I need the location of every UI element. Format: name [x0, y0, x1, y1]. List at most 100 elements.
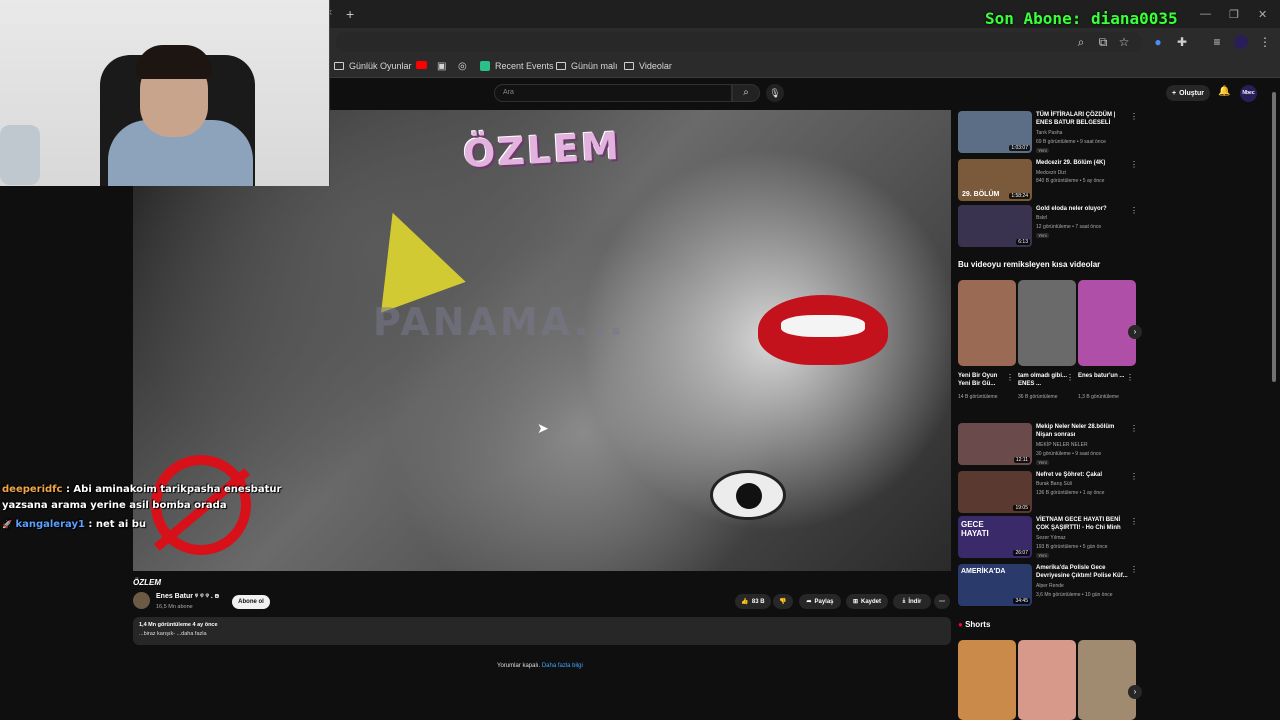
recommended-video[interactable]: 1:03:07 TÜM İFTİRALARI ÇÖZDÜM | ENES BAT… — [958, 111, 1143, 157]
bookmark-gunun-mali[interactable]: Günün malı — [556, 61, 618, 71]
chat-message: yazsana arama yerine asil bomba orada — [2, 500, 227, 511]
channel-name[interactable]: Tarık Pasha — [1036, 130, 1062, 136]
profile-icon[interactable] — [1234, 35, 1248, 49]
channel-name[interactable]: Alper Rende — [1036, 583, 1064, 589]
new-tab-button[interactable]: + — [346, 6, 354, 22]
bookmark-gunluk-oyunlar[interactable]: Günlük Oyunlar — [334, 61, 412, 71]
minimize-icon[interactable]: — — [1200, 8, 1211, 20]
short-thumbnail[interactable] — [1018, 640, 1076, 720]
address-bar[interactable] — [336, 32, 1142, 52]
media-control-icon[interactable]: ≡ — [1210, 35, 1224, 49]
short-views: 36 B görüntüleme — [1018, 394, 1058, 400]
video-title[interactable]: Mekip Neler Neler 28.bölüm Nişan sonrası — [1036, 423, 1131, 439]
video-title[interactable]: Gold eloda neler oluyor? — [1036, 205, 1131, 213]
duration-badge: 34:45 — [1013, 598, 1030, 604]
webcam-background-object — [0, 125, 40, 185]
teeth-art — [781, 315, 865, 337]
more-options-icon[interactable]: ⋮ — [1130, 112, 1138, 121]
bookmark-recent-events[interactable]: Recent Events — [480, 61, 554, 71]
mouse-cursor-icon: ➤ — [537, 420, 549, 436]
close-window-icon[interactable]: ✕ — [1258, 8, 1267, 21]
short-title[interactable]: Yeni Bir Oyun Yeni Bir Gü... — [958, 372, 1008, 388]
more-options-icon[interactable]: ⋮ — [1130, 206, 1138, 215]
bookmark-gallery[interactable]: ▣ — [437, 61, 446, 72]
subscribe-button[interactable]: Abone ol — [232, 595, 270, 609]
extension-icon[interactable]: ● — [1151, 35, 1165, 49]
more-options-icon[interactable]: ⋮ — [1130, 424, 1138, 433]
more-options-icon[interactable]: ⋮ — [1126, 373, 1134, 382]
shorts-logo-icon: ● — [958, 620, 963, 629]
account-avatar[interactable]: Nbec — [1240, 85, 1257, 102]
download-button[interactable]: ⤓ İndir — [893, 594, 931, 609]
recommended-video[interactable]: 19:05 Nefret ve Şöhret: Çakal Burak Barı… — [958, 471, 1143, 517]
browser-menu-icon[interactable]: ⋮ — [1258, 35, 1272, 49]
video-meta: 3,6 Mn görüntüleme • 10 gün önce — [1036, 592, 1113, 598]
duration-badge: 19:05 — [1013, 505, 1030, 511]
video-title[interactable]: TÜM İFTİRALARI ÇÖZDÜM | ENES BATUR BELGE… — [1036, 111, 1131, 127]
zoom-icon[interactable]: ⌕ — [1074, 35, 1088, 49]
share-button[interactable]: ➦ Paylaş — [799, 594, 841, 609]
channel-name[interactable]: Medcezir Dizi — [1036, 170, 1066, 176]
folder-icon — [334, 62, 344, 70]
channel-name[interactable]: MEKİP NELER NELER — [1036, 442, 1088, 448]
save-button[interactable]: ⊞ Kaydet — [846, 594, 888, 609]
subscriber-count: 16,5 Mn abone — [156, 604, 193, 610]
recommended-video[interactable]: 12:11 Mekip Neler Neler 28.bölüm Nişan s… — [958, 423, 1143, 469]
chevron-right-icon[interactable]: › — [1128, 685, 1142, 699]
search-input[interactable]: Ara — [494, 84, 732, 102]
description-box[interactable] — [133, 617, 951, 645]
extensions-puzzle-icon[interactable]: ✚ — [1175, 35, 1189, 49]
more-options-icon[interactable]: ⋮ — [1066, 373, 1074, 382]
create-button[interactable]: + Oluştur — [1166, 85, 1210, 101]
remix-short-thumbnail[interactable] — [958, 280, 1016, 366]
more-options-icon[interactable]: ⋮ — [1006, 373, 1014, 382]
more-options-icon[interactable]: ⋮ — [1130, 517, 1138, 526]
install-icon[interactable]: ⧉ — [1096, 35, 1110, 49]
youtube-icon — [416, 61, 427, 69]
channel-name[interactable]: Bskrl — [1036, 215, 1047, 221]
short-thumbnail[interactable] — [1078, 640, 1136, 720]
more-info-link[interactable]: Daha fazla bilgi — [542, 663, 583, 669]
voice-search-button[interactable]: 🎙 — [766, 84, 784, 102]
video-title[interactable]: Amerika'da Polisle Gece Devriyesine Çıkt… — [1036, 564, 1131, 580]
more-options-icon[interactable]: ⋮ — [1130, 565, 1138, 574]
video-title[interactable]: Medcezir 29. Bölüm (4K) — [1036, 159, 1131, 167]
recommended-video[interactable]: 6:13 Gold eloda neler oluyor? Bskrl 12 g… — [958, 205, 1143, 251]
restore-icon[interactable]: ❐ — [1229, 8, 1239, 21]
channel-name[interactable]: Burak Barış Süli — [1036, 481, 1072, 487]
description-preview[interactable]: ...biraz karışık- ...daha fazla — [139, 631, 207, 637]
more-options-icon[interactable]: ⋮ — [1130, 472, 1138, 481]
more-actions-button[interactable]: ⋯ — [934, 594, 950, 609]
duration-badge: 1:58:24 — [1009, 193, 1030, 199]
recommended-video[interactable]: AMERİKA'DA 34:45 Amerika'da Polisle Gece… — [958, 564, 1143, 610]
short-title[interactable]: Enes batur'un ... — [1078, 372, 1128, 380]
search-button[interactable]: ⌕ — [732, 84, 760, 102]
subscriber-banner: Son Abone: diana0035 — [985, 9, 1178, 28]
like-button[interactable]: 👍 83 B — [735, 594, 771, 609]
video-title[interactable]: Nefret ve Şöhret: Çakal — [1036, 471, 1131, 479]
duration-badge: 26:07 — [1013, 550, 1030, 556]
channel-avatar[interactable] — [133, 592, 150, 609]
bookmark-videolar[interactable]: Videolar — [624, 61, 672, 71]
recommended-video[interactable]: GECE HAYATI 26:07 VİETNAM GECE HAYATI BE… — [958, 516, 1143, 562]
plus-icon: + — [1172, 89, 1177, 97]
short-title[interactable]: tam olmadı gibi... ENES ... — [1018, 372, 1068, 388]
recommended-video[interactable]: 29. BÖLÜM 1:58:24 Medcezir 29. Bölüm (4K… — [958, 159, 1143, 205]
bookmark-star-icon[interactable]: ☆ — [1117, 35, 1131, 49]
chevron-right-icon[interactable]: › — [1128, 325, 1142, 339]
dislike-button[interactable]: 👎 — [773, 594, 793, 609]
channel-name[interactable]: Sezer Yılmaz — [1036, 535, 1066, 541]
more-options-icon[interactable]: ⋮ — [1130, 160, 1138, 169]
bookmark-globe[interactable]: ◎ — [458, 61, 467, 72]
short-thumbnail[interactable] — [958, 640, 1016, 720]
video-title: ÖZLEM — [133, 578, 161, 587]
channel-name[interactable]: Enes Batur ᵠ ᵠ ᵠ . ᴃ — [156, 593, 219, 600]
bookmark-youtube[interactable] — [416, 61, 427, 69]
remix-short-thumbnail[interactable] — [1078, 280, 1136, 366]
video-title[interactable]: VİETNAM GECE HAYATI BENİ ÇOK ŞAŞIRTTI! -… — [1036, 516, 1131, 532]
page-scrollbar[interactable] — [1272, 92, 1276, 382]
remix-short-thumbnail[interactable] — [1018, 280, 1076, 366]
chat-message: 🚀 kangaleray1 : net ai bu — [2, 519, 146, 530]
thumbnail-text: 29. BÖLÜM — [962, 191, 1000, 198]
notifications-bell-icon[interactable]: 🔔 — [1218, 86, 1230, 97]
